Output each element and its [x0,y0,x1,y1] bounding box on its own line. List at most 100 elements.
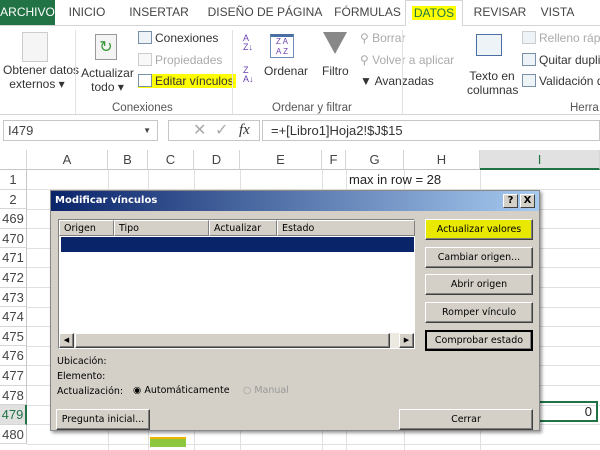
label: Manual [254,385,289,396]
tab-formulas[interactable]: FÓRMULAS [330,0,405,25]
sort-az-icon[interactable]: A Z↓ [243,34,253,52]
check-status-button[interactable]: Comprobar estado [425,330,533,351]
list-item-selected[interactable]: Libro1 Hoja de cálculo A Desconocido [61,237,414,267]
scroll-thumb[interactable] [75,333,390,348]
tab-datos[interactable]: DATOS [405,0,463,26]
label: Propiedades [155,53,223,67]
sort-dialog-icon: Z AA Z [270,34,294,58]
column-header-tipo[interactable]: Tipo [114,220,209,236]
remove-duplicates-button[interactable]: Quitar dupli [522,53,600,67]
radio-manual[interactable]: ○ Manual [243,385,289,396]
properties-icon [138,53,152,66]
label: Volver a aplicar [372,53,455,67]
filter-button[interactable]: Filtro [322,64,349,78]
update-values-button[interactable]: Actualizar valores [425,219,533,240]
column-header-origen[interactable]: Origen [59,220,114,236]
row-header[interactable]: 478 [0,385,27,406]
column-header[interactable]: E [240,150,322,170]
row-header[interactable]: 480 [0,424,27,445]
change-source-button[interactable]: Cambiar origen... [425,247,533,268]
column-header[interactable]: B [108,150,148,170]
flash-fill-button[interactable]: Relleno rápi [522,31,600,45]
tab-diseno[interactable]: DISEÑO DE PÁGINA [200,0,330,25]
text-to-columns-icon [476,34,502,56]
gridline [27,443,600,445]
row-header[interactable]: 470 [0,228,27,249]
cell-tipo: Hoja de cálculo [118,256,191,267]
item-label: Elemento: [57,371,106,382]
scroll-right-icon[interactable]: ▶ [399,333,414,348]
advanced-button[interactable]: ▼ Avanzadas [360,74,434,88]
get-external-data-button[interactable]: Obtener datos externos ▾ [3,63,79,91]
properties-button[interactable]: Propiedades [138,53,222,67]
tab-revisar[interactable]: REVISAR [470,0,530,25]
sort-button[interactable]: Ordenar [264,64,308,78]
scroll-left-icon[interactable]: ◀ [59,333,74,348]
enter-icon[interactable]: ✓ [215,121,228,140]
insert-function-icon[interactable]: fx [239,121,250,140]
remove-duplicates-icon [522,53,536,66]
horizontal-scrollbar[interactable]: ◀ ▶ [59,333,414,348]
cell-actualizar: A [211,256,218,267]
row-header[interactable]: 476 [0,346,27,366]
cell-origen: Libro1 [63,256,93,267]
label: Relleno rápi [539,31,600,45]
break-link-button[interactable]: Romper vínculo [425,302,533,323]
cell-g1[interactable]: max in row = 28 [349,172,441,187]
row-header[interactable]: 479 [0,405,27,425]
edit-links-button[interactable]: Editar vínculos [138,74,236,88]
radio-checked-icon: ◉ [133,385,142,396]
column-header-selected[interactable]: I [480,150,600,170]
reapply-button[interactable]: ⚲ Volver a aplicar [360,53,454,67]
connections-icon [138,31,152,44]
column-header[interactable]: H [404,150,480,170]
refresh-all-button[interactable]: Actualizar todo ▾ [80,66,135,94]
tab-vista[interactable]: VISTA [535,0,580,25]
chevron-down-icon[interactable]: ▼ [143,121,151,140]
separator [402,30,403,114]
startup-prompt-button[interactable]: Pregunta inicial... [56,409,150,430]
tab-archivo[interactable]: ARCHIVO [0,0,55,25]
column-header-actualizar[interactable]: Actualizar [209,220,277,236]
location-label: Ubicación: [57,356,107,367]
row-header[interactable]: 1 [0,170,27,190]
row-header[interactable]: 473 [0,287,27,308]
label: Editar vínculos [155,74,234,88]
connections-button[interactable]: Conexiones [138,31,218,45]
help-button[interactable]: ? [503,194,518,208]
row-header[interactable]: 469 [0,209,27,229]
column-header[interactable]: D [194,150,240,170]
column-header-estado[interactable]: Estado [277,220,415,236]
open-source-button[interactable]: Abrir origen [425,274,533,295]
row-header[interactable]: 475 [0,326,27,347]
close-icon[interactable]: X [520,194,535,208]
links-list[interactable]: Origen Tipo Actualizar Estado Libro1 Hoj… [58,219,415,349]
close-button[interactable]: Cerrar [399,409,533,430]
row-header[interactable]: 474 [0,307,27,327]
data-validation-button[interactable]: Validación d [522,74,600,88]
row-header[interactable]: 472 [0,268,27,288]
separator [232,30,233,114]
row-header[interactable]: 471 [0,248,27,268]
formula-input[interactable]: =+[Libro1]Hoja2!$J$15 [262,120,600,141]
group-sort-label: Ordenar y filtrar [272,102,352,114]
name-box[interactable]: I479 ▼ [3,120,158,141]
text-to-columns-button[interactable]: Texto en columnas [467,69,518,97]
tab-inicio[interactable]: INICIO [62,0,112,25]
formula-buttons: ✕ ✓ fx [168,120,260,141]
column-header[interactable]: G [346,150,404,170]
tab-insertar[interactable]: INSERTAR [123,0,195,25]
column-header[interactable]: F [322,150,346,170]
label: Conexiones [155,31,219,45]
tab-datos-label: DATOS [411,6,457,20]
row-header[interactable]: 477 [0,366,27,386]
select-all-corner[interactable] [0,150,27,170]
label: Avanzadas [374,74,434,88]
column-header[interactable]: A [27,150,108,170]
row-header[interactable]: 2 [0,189,27,210]
sort-za-icon[interactable]: Z A↓ [243,66,254,84]
column-header[interactable]: C [148,150,194,170]
radio-automatic[interactable]: ◉ Automáticamente [133,385,230,396]
cancel-icon[interactable]: ✕ [193,121,206,140]
clear-button[interactable]: ⚲ Borrar [360,31,405,45]
